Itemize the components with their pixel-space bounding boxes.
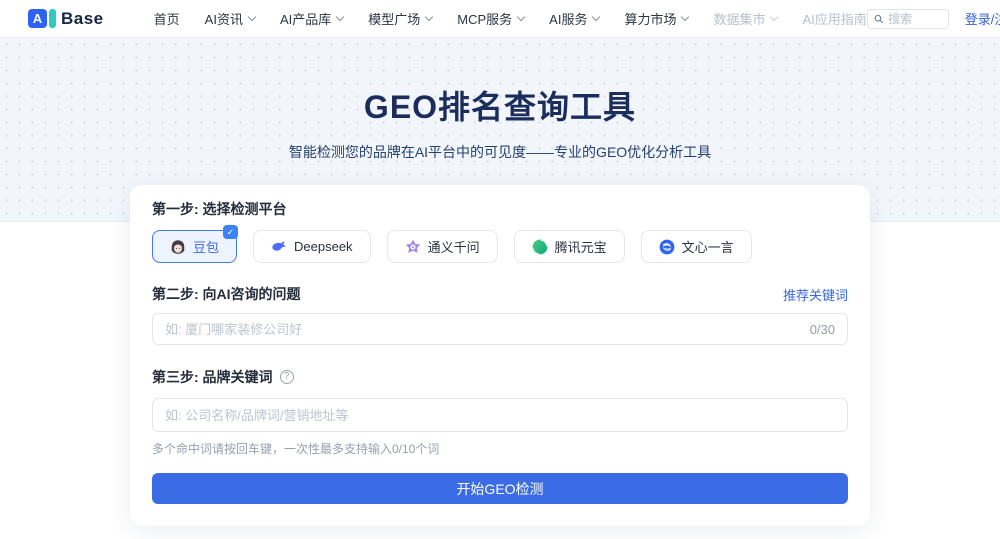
platform-selector: 豆包 ✓ Deepseek 通义千问 xyxy=(152,230,848,263)
logo-bar-icon xyxy=(49,9,56,28)
chevron-down-icon xyxy=(517,13,525,21)
platform-deepseek-button[interactable]: Deepseek xyxy=(253,230,371,263)
step3-label: 第三步: 品牌关键词 xyxy=(152,367,273,387)
platform-yuanbao-button[interactable]: 腾讯元宝 xyxy=(514,230,625,263)
recommend-keywords-link[interactable]: 推荐关键词 xyxy=(783,285,848,304)
chevron-down-icon xyxy=(248,13,256,21)
geo-tool-card: 第一步: 选择检测平台 豆包 ✓ Deepseek xyxy=(130,185,870,526)
start-geo-check-button[interactable]: 开始GEO检测 xyxy=(152,473,848,504)
nav-item-home[interactable]: 首页 xyxy=(154,9,180,28)
aibase-logo[interactable]: A Base xyxy=(28,9,104,29)
platform-label: Deepseek xyxy=(294,239,353,254)
step3-header: 第三步: 品牌关键词 ? xyxy=(152,367,848,387)
top-navbar: A Base 首页 AI资讯 AI产品库 模型广场 MCP服务 AI服务 算力市… xyxy=(0,0,1000,38)
deepseek-whale-icon xyxy=(271,239,287,255)
page-title: GEO排名查询工具 xyxy=(0,82,1000,128)
chevron-down-icon xyxy=(425,13,433,21)
search-icon xyxy=(874,13,883,25)
nav-item-ai-app-guide[interactable]: AI应用指南 xyxy=(802,9,866,28)
brand-keywords-input-wrap xyxy=(152,398,848,432)
selected-check-icon: ✓ xyxy=(223,225,238,239)
nav-item-mcp-services[interactable]: MCP服务 xyxy=(457,9,524,28)
step2-header: 第二步: 向AI咨询的问题 推荐关键词 xyxy=(152,284,848,304)
nav-item-model-plaza[interactable]: 模型广场 xyxy=(368,9,432,28)
question-char-counter: 0/30 xyxy=(810,322,835,337)
chevron-down-icon xyxy=(770,13,778,21)
logo-text: Base xyxy=(61,9,104,29)
login-register-link[interactable]: 登录/注册 xyxy=(965,9,1000,28)
chevron-down-icon xyxy=(681,13,689,21)
brand-keywords-hint: 多个命中词请按回车键，一次性最多支持输入0/10个词 xyxy=(152,440,848,457)
platform-label: 腾讯元宝 xyxy=(555,237,607,256)
nav-item-ai-products[interactable]: AI产品库 xyxy=(280,9,343,28)
platform-label: 豆包 xyxy=(193,237,219,256)
main-nav: 首页 AI资讯 AI产品库 模型广场 MCP服务 AI服务 算力市场 数据集市 … xyxy=(154,9,867,28)
step1-label: 第一步: 选择检测平台 xyxy=(152,199,848,219)
nav-item-ai-news[interactable]: AI资讯 xyxy=(205,9,255,28)
nav-item-compute-market[interactable]: 算力市场 xyxy=(624,9,688,28)
search-input[interactable] xyxy=(888,12,942,26)
platform-label: 文心一言 xyxy=(682,237,734,256)
help-icon[interactable]: ? xyxy=(280,370,294,384)
step2-label: 第二步: 向AI咨询的问题 xyxy=(152,284,301,304)
nav-item-dataset-market[interactable]: 数据集市 xyxy=(713,9,777,28)
logo-a-icon: A xyxy=(28,9,47,28)
platform-doubao-button[interactable]: 豆包 ✓ xyxy=(152,230,237,263)
question-input[interactable] xyxy=(165,322,802,337)
search-box[interactable] xyxy=(867,9,949,29)
navbar-right: 登录/注册 xyxy=(867,9,1000,29)
chevron-down-icon xyxy=(336,13,344,21)
chevron-down-icon xyxy=(592,13,600,21)
tencent-yuanbao-icon xyxy=(532,239,548,255)
platform-label: 通义千问 xyxy=(428,237,480,256)
page-subtitle: 智能检测您的品牌在AI平台中的可见度——专业的GEO优化分析工具 xyxy=(0,142,1000,162)
platform-tongyi-button[interactable]: 通义千问 xyxy=(387,230,498,263)
platform-wenxin-button[interactable]: 文心一言 xyxy=(641,230,752,263)
question-input-wrap: 0/30 xyxy=(152,313,848,345)
wenxin-yiyan-icon xyxy=(659,239,675,255)
nav-item-ai-services[interactable]: AI服务 xyxy=(549,9,599,28)
brand-keywords-input[interactable] xyxy=(165,408,835,423)
tongyi-qianwen-icon xyxy=(405,239,421,255)
doubao-avatar-icon xyxy=(170,239,186,255)
